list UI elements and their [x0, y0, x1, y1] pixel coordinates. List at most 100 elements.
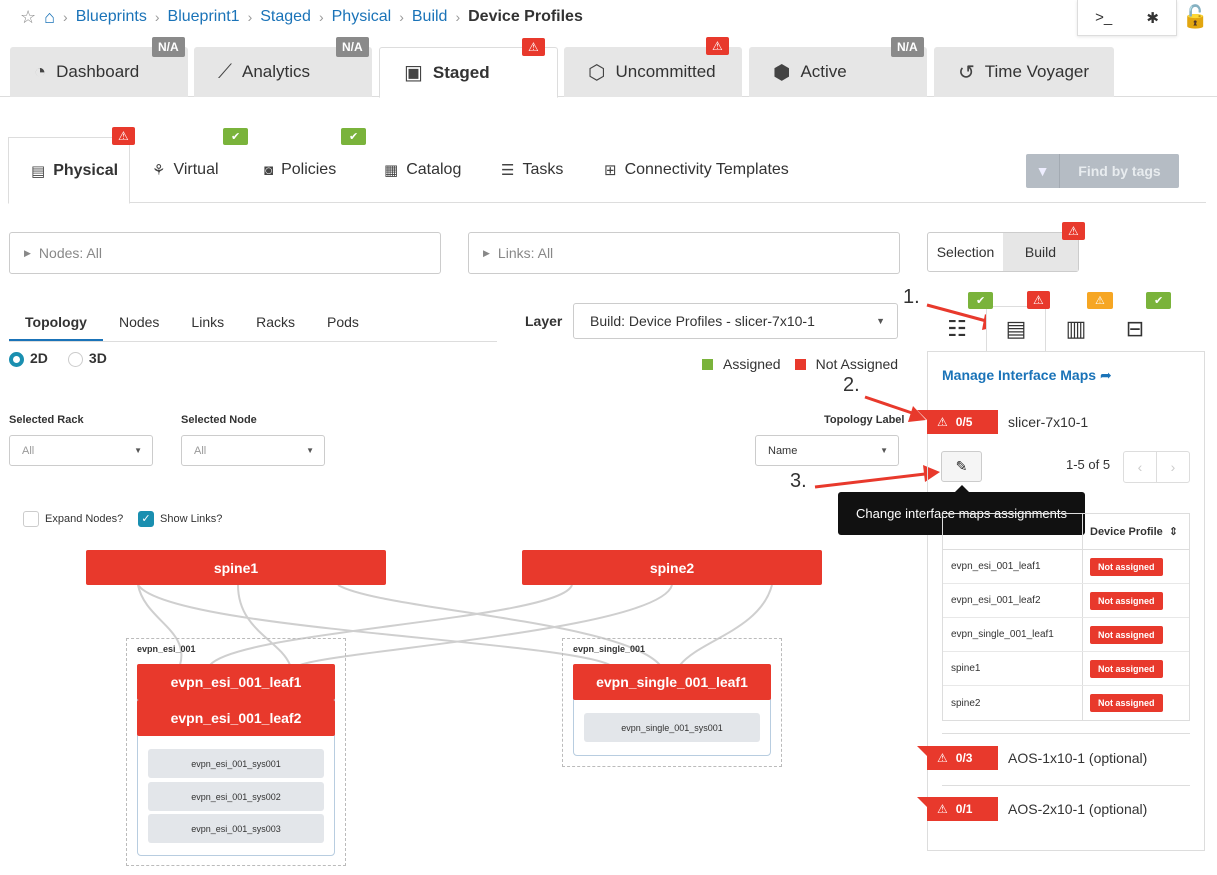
tab-pods[interactable]: Pods — [311, 308, 375, 341]
topology-label-label: Topology Label — [824, 414, 905, 426]
tab-time-voyager[interactable]: ↺ Time Voyager — [934, 47, 1114, 97]
leaf-node[interactable]: evpn_esi_001_leaf1 — [137, 664, 335, 700]
tab-physical[interactable]: ▤ Physical — [8, 137, 130, 204]
table-row[interactable]: spine2 Not assigned — [943, 686, 1189, 720]
side-tab-interface-maps[interactable]: ▥ — [1046, 306, 1106, 352]
dashboard-icon: ◔ — [34, 60, 47, 83]
mode-switch: Selection Build — [927, 232, 1079, 272]
status-badge: Not assigned — [1090, 625, 1163, 644]
nodes-filter[interactable]: ▶ Nodes: All — [9, 232, 441, 274]
show-links-checkbox[interactable]: ✓ Show Links? — [138, 511, 222, 527]
expand-nodes-checkbox[interactable]: Expand Nodes? — [23, 511, 123, 527]
breadcrumb-physical[interactable]: Physical — [332, 8, 392, 26]
radio-2d[interactable]: 2D — [9, 350, 48, 367]
system-node[interactable]: evpn_esi_001_sys002 — [148, 782, 324, 811]
ok-badge: ✔ — [968, 292, 994, 309]
warning-badge: ⚠ — [706, 37, 729, 55]
edit-assignments-button[interactable]: ✎ — [941, 451, 982, 482]
tab-topology[interactable]: Topology — [9, 308, 103, 341]
breadcrumb-staged[interactable]: Staged — [260, 8, 311, 26]
staged-icon: ▣ — [404, 62, 423, 84]
tab-uncommitted[interactable]: ⬡ Uncommitted ⚠ — [564, 37, 742, 97]
tab-tasks[interactable]: ☰ Tasks — [501, 137, 563, 203]
node-select[interactable]: All ▼ — [181, 435, 325, 466]
tab-links[interactable]: Links — [175, 308, 240, 341]
manage-interface-maps-link[interactable]: Manage Interface Maps ➦ — [942, 367, 1112, 384]
status-badge: Not assigned — [1090, 557, 1163, 576]
map-status-badge: ⚠ 0/1 — [927, 797, 998, 821]
layer-select[interactable]: Build: Device Profiles - slicer-7x10-1 ▼ — [573, 303, 898, 339]
page-title: Device Profiles — [468, 8, 583, 25]
tab-analytics[interactable]: ⟋ Analytics N/A — [194, 37, 372, 97]
prev-page-button[interactable]: ‹ — [1124, 452, 1157, 482]
rack-label: evpn_single_001 — [573, 644, 646, 654]
rack-label: Selected Rack — [9, 414, 84, 426]
server-icon: ▤ — [1005, 316, 1027, 341]
links-filter[interactable]: ▶ Links: All — [468, 232, 900, 274]
legend: Assigned Not Assigned — [702, 356, 898, 372]
table-row[interactable]: evpn_esi_001_leaf1 Not assigned — [943, 550, 1189, 584]
top-tabs: ◔ Dashboard N/A ⟋ Analytics N/A ▣ Staged… — [0, 37, 1217, 98]
radio-3d[interactable]: 3D — [67, 350, 107, 367]
side-tab-list[interactable]: ☷ — [927, 306, 987, 352]
topology-label-select[interactable]: Name ▼ — [755, 435, 899, 466]
bug-icon[interactable]: ✱ — [1146, 9, 1159, 27]
tab-virtual[interactable]: ⚘ Virtual — [152, 137, 219, 203]
status-badge: Not assigned — [1090, 591, 1163, 610]
system-node[interactable]: evpn_esi_001_sys001 — [148, 749, 324, 778]
device-profile-header[interactable]: Device Profile ⇕ — [1083, 514, 1189, 549]
share-icon: ➦ — [1099, 367, 1112, 383]
table-row[interactable]: spine1 Not assigned — [943, 652, 1189, 686]
sort-icon: ⇕ — [1168, 526, 1178, 538]
ok-badge: ✔ — [341, 128, 367, 145]
selection-button[interactable]: Selection — [928, 233, 1003, 271]
assignment-table: Device Profile ⇕ evpn_esi_001_leaf1 Not a… — [942, 513, 1190, 721]
warning-badge: ⚠ — [112, 127, 135, 145]
leaf-node[interactable]: evpn_single_001_leaf1 — [573, 664, 771, 700]
rack-label: evpn_esi_001 — [137, 644, 196, 654]
interface-map-name: AOS-2x10-1 (optional) — [1008, 801, 1148, 817]
rack-select[interactable]: All ▼ — [9, 435, 153, 466]
annotation-2: 2. — [843, 374, 860, 396]
history-icon: ↺ — [958, 61, 975, 84]
system-node[interactable]: evpn_single_001_sys001 — [584, 713, 760, 742]
ok-badge: ✔ — [1146, 292, 1172, 309]
tab-active[interactable]: ⬢ Active N/A — [749, 37, 927, 97]
find-by-tags-button[interactable]: ▼ Find by tags — [1026, 154, 1179, 188]
breadcrumb-blueprint1[interactable]: Blueprint1 — [168, 8, 240, 26]
star-icon[interactable]: ☆ — [20, 7, 36, 28]
lock-icon[interactable]: 🔓 — [1182, 4, 1209, 30]
spine1-node[interactable]: spine1 — [86, 550, 386, 585]
tab-staged[interactable]: ▣ Staged ⚠ — [379, 38, 558, 98]
leaf-node[interactable]: evpn_esi_001_leaf2 — [137, 700, 335, 736]
caret-down-icon: ▼ — [876, 316, 885, 326]
warning-badge: ⚠ — [1087, 292, 1113, 309]
warning-icon: ⚠ — [937, 415, 948, 429]
breadcrumb-blueprints[interactable]: Blueprints — [76, 8, 147, 26]
tab-connectivity-templates[interactable]: ⊞ Connectivity Templates — [604, 137, 789, 203]
breadcrumb: ☆ ⌂ › Blueprints › Blueprint1 › Staged ›… — [20, 6, 583, 28]
side-tab-device-profiles[interactable]: ▤ — [986, 306, 1046, 352]
breadcrumb-build[interactable]: Build — [412, 8, 448, 26]
tab-policies[interactable]: ◙ Policies — [264, 137, 336, 203]
side-tab-systems[interactable]: ⊟ — [1105, 306, 1165, 352]
tab-nodes[interactable]: Nodes — [103, 308, 175, 341]
map-status-badge: ⚠ 0/5 — [927, 410, 998, 434]
table-row[interactable]: evpn_single_001_leaf1 Not assigned — [943, 618, 1189, 652]
tab-catalog[interactable]: ▦ Catalog — [384, 137, 461, 203]
ok-badge: ✔ — [223, 128, 249, 145]
system-node[interactable]: evpn_esi_001_sys003 — [148, 814, 324, 843]
terminal-icon[interactable]: >_ — [1095, 9, 1112, 26]
home-icon[interactable]: ⌂ — [44, 7, 55, 28]
tab-racks[interactable]: Racks — [240, 308, 311, 341]
spine2-node[interactable]: spine2 — [522, 550, 822, 585]
tab-dashboard[interactable]: ◔ Dashboard N/A — [10, 37, 188, 97]
toolbar: >_ ✱ — [1077, 0, 1177, 36]
table-row[interactable]: evpn_esi_001_leaf2 Not assigned — [943, 584, 1189, 618]
edit-icon: ✎ — [955, 458, 968, 474]
sitemap-icon: ⊟ — [1125, 316, 1145, 341]
status-badge: N/A — [891, 37, 924, 57]
interface-map-name: AOS-1x10-1 (optional) — [1008, 750, 1148, 766]
status-badge: Not assigned — [1090, 659, 1163, 678]
next-page-button[interactable]: › — [1157, 452, 1189, 482]
